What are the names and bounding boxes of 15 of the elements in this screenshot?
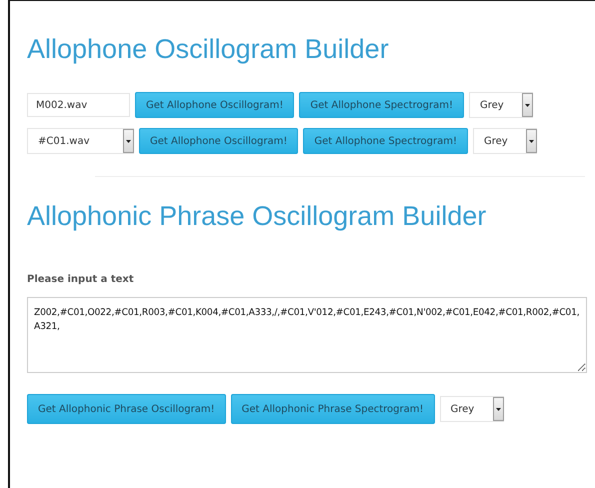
file-input[interactable]: M002.wav xyxy=(27,93,130,117)
color-dropdown[interactable]: Grey xyxy=(440,396,504,422)
color-dropdown[interactable]: Grey xyxy=(472,128,537,154)
text-area[interactable]: Z002,#C01,O022,#C01,R003,#C01,K004,#C01,A333,/,#C01,V'012,#C01,E243,#C01,N'002,#C01,E042,#C01,R002,#C01,A321, xyxy=(27,297,587,373)
field-label: Please input a text xyxy=(27,274,135,285)
file-dropdown[interactable]: #C01.wav xyxy=(27,128,134,154)
color-dropdown[interactable]: Grey xyxy=(468,92,533,118)
get-button[interactable]: Get Allophone Oscillogram! xyxy=(135,92,294,118)
section-title: Allophonic Phrase Oscillogram Builder xyxy=(27,200,488,233)
get-button[interactable]: Get Allophone Spectrogram! xyxy=(303,128,468,154)
get-button[interactable]: Get Allophonic Phrase Oscillogram! xyxy=(27,394,226,424)
section-title: Allophone Oscillogram Builder xyxy=(27,33,390,66)
get-button[interactable]: Get Allophone Oscillogram! xyxy=(139,128,298,154)
get-button[interactable]: Get Allophone Spectrogram! xyxy=(299,92,464,118)
get-button[interactable]: Get Allophonic Phrase Spectrogram! xyxy=(230,394,435,424)
